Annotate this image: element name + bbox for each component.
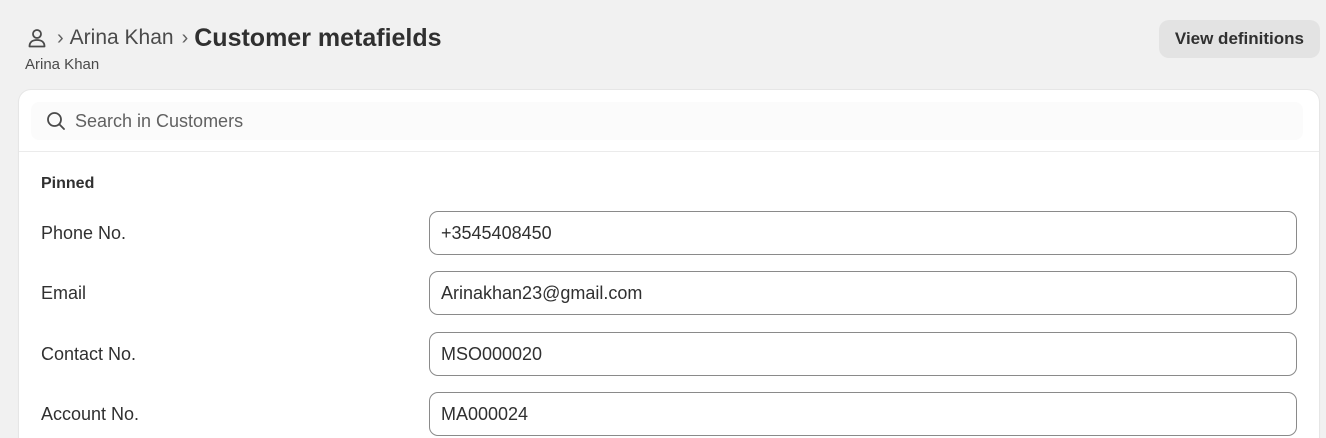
breadcrumb: › Arina Khan › Customer metafields [25, 22, 442, 54]
phone-no-input[interactable] [429, 211, 1297, 255]
breadcrumb-customer-link[interactable]: Arina Khan [70, 26, 174, 50]
search-input[interactable] [75, 110, 675, 132]
divider [19, 151, 1319, 152]
email-input[interactable] [429, 271, 1297, 315]
page-subtitle: Arina Khan [25, 56, 100, 73]
field-row-phone: Phone No. [19, 211, 1319, 255]
account-no-input[interactable] [429, 392, 1297, 436]
chevron-right-icon: › [181, 27, 189, 49]
view-definitions-button[interactable]: View definitions [1158, 20, 1320, 58]
field-row-contact: Contact No. [19, 332, 1319, 376]
search-bar [31, 102, 1303, 140]
field-label: Phone No. [41, 222, 127, 243]
person-icon[interactable] [25, 26, 49, 50]
section-label-pinned: Pinned [41, 175, 95, 192]
field-label: Account No. [41, 403, 140, 424]
contact-no-input[interactable] [429, 332, 1297, 376]
field-row-email: Email [19, 271, 1319, 315]
field-label: Email [41, 282, 87, 303]
field-label: Contact No. [41, 343, 137, 364]
search-icon [45, 110, 67, 132]
chevron-right-icon: › [57, 27, 64, 49]
field-row-account: Account No. [19, 392, 1319, 436]
page-header: › Arina Khan › Customer metafields Arina… [25, 20, 1320, 78]
customer-metafields-page: › Arina Khan › Customer metafields Arina… [0, 0, 1326, 438]
metafields-card: Pinned Phone No. Email Contact No. Accou… [19, 90, 1319, 438]
page-title: Customer metafields [194, 23, 442, 52]
